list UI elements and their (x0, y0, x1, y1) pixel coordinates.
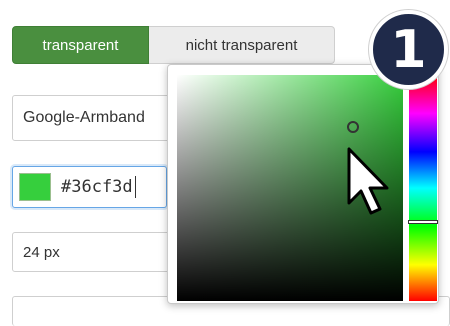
hue-slider[interactable] (408, 75, 438, 301)
color-hex-value: #36cf3d (61, 177, 133, 197)
background-toggle: transparent nicht transparent (12, 26, 335, 66)
color-swatch[interactable] (19, 173, 51, 201)
color-picker-popup (167, 64, 439, 304)
step-number: 1 (390, 19, 427, 80)
step-number-badge: 1 (369, 10, 448, 89)
color-selection-marker[interactable] (347, 121, 359, 133)
font-select-value: Google-Armband (23, 109, 145, 126)
font-select[interactable]: Google-Armband (12, 95, 177, 141)
color-input[interactable]: #36cf3d (12, 166, 167, 208)
font-size-select[interactable]: 24 px (12, 232, 177, 272)
mouse-pointer-icon (347, 147, 389, 215)
not-transparent-option[interactable]: nicht transparent (149, 26, 335, 64)
font-size-value: 24 px (23, 243, 60, 261)
hue-slider-handle[interactable] (408, 220, 438, 224)
transparent-option[interactable]: transparent (12, 26, 149, 64)
text-caret (134, 176, 136, 198)
